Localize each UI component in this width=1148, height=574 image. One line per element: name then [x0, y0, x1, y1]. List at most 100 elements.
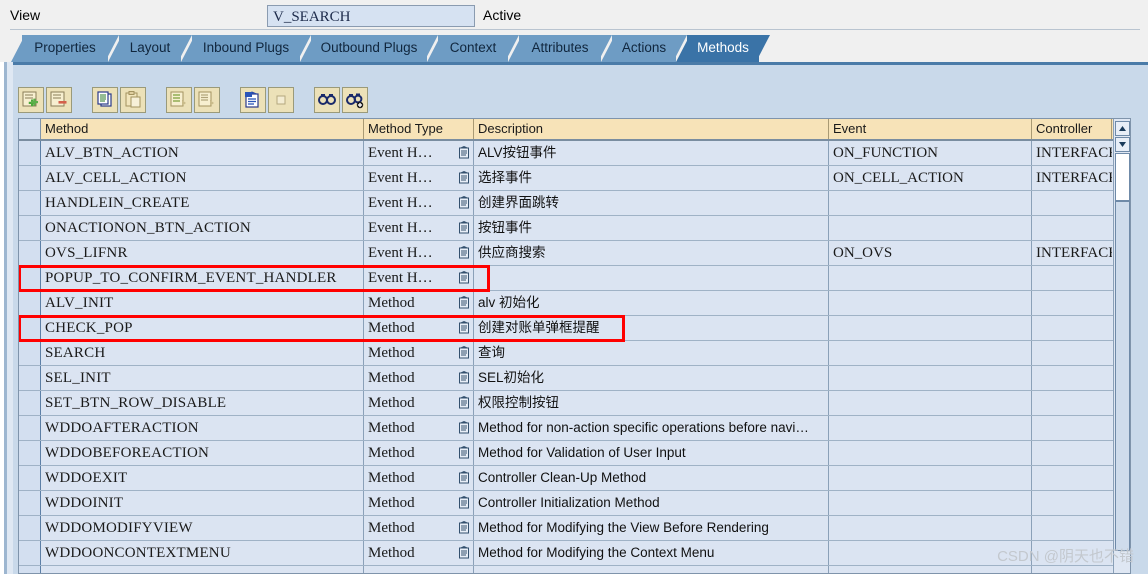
cell-method[interactable]: ALV_BTN_ACTION [41, 141, 364, 165]
cell-method[interactable]: ONACTIONON_BTN_ACTION [41, 216, 364, 240]
cell-method[interactable]: WDDOMODIFYVIEW [41, 516, 364, 540]
cell-description[interactable]: 创建界面跳转 [474, 191, 829, 215]
method-type-dropdown-icon[interactable] [459, 171, 471, 185]
cell-controller[interactable] [1032, 491, 1112, 515]
method-type-dropdown-icon[interactable] [459, 421, 471, 435]
cell-controller[interactable] [1032, 216, 1112, 240]
cell-event[interactable] [829, 191, 1032, 215]
method-type-dropdown-icon[interactable] [459, 321, 471, 335]
cell-method[interactable]: CHECK_POP [41, 316, 364, 340]
row-selector[interactable] [19, 391, 41, 415]
cell-method[interactable]: WDDOEXIT [41, 466, 364, 490]
cell-type[interactable]: Method [364, 491, 474, 515]
table-row[interactable]: OVS_LIFNREvent H…供应商搜索ON_OVSINTERFACEC [19, 241, 1130, 266]
tab-context[interactable]: Context [438, 35, 508, 62]
cell-type[interactable]: Event H… [364, 216, 474, 240]
find-next-button[interactable] [342, 87, 368, 113]
cell-type[interactable]: Method [364, 441, 474, 465]
cell-type[interactable]: Method [364, 316, 474, 340]
cell-event[interactable]: ON_FUNCTION [829, 141, 1032, 165]
cell-method[interactable]: ALV_CELL_ACTION [41, 166, 364, 190]
method-type-dropdown-icon[interactable] [459, 196, 471, 210]
column-header-method-type[interactable]: Method Type [364, 119, 474, 139]
cell-type[interactable]: Method [364, 366, 474, 390]
row-selector[interactable] [19, 316, 41, 340]
row-selector[interactable] [19, 441, 41, 465]
cell-method[interactable]: ALV_INIT [41, 291, 364, 315]
table-row[interactable]: ONACTIONON_BTN_ACTION Event H… 按钮事件 [19, 216, 1130, 241]
cell-type[interactable]: Method [364, 541, 474, 565]
row-selector[interactable] [19, 466, 41, 490]
cell-controller[interactable] [1032, 441, 1112, 465]
method-type-dropdown-icon[interactable] [459, 521, 471, 535]
row-selector[interactable] [19, 166, 41, 190]
cell-controller[interactable]: INTERFACEC [1032, 241, 1112, 265]
method-detail-button[interactable] [240, 87, 266, 113]
cell-event[interactable] [829, 566, 1032, 573]
cell-method[interactable]: WDDOBEFOREACTION [41, 441, 364, 465]
method-type-dropdown-icon[interactable] [459, 146, 471, 160]
table-row[interactable]: WDDOINIT Method Controller Initialization … [19, 491, 1130, 516]
tab-properties[interactable]: Properties [22, 35, 108, 62]
cell-method[interactable]: POPUP_TO_CONFIRM_EVENT_HANDLER [41, 266, 364, 290]
cell-description[interactable]: SEL初始化 [474, 366, 829, 390]
cell-description[interactable]: alv 初始化 [474, 291, 829, 315]
cell-method[interactable]: WDDOONCONTEXTMENU [41, 541, 364, 565]
table-row[interactable]: ALV_INIT Method alv 初始化 [19, 291, 1130, 316]
cell-event[interactable] [829, 366, 1032, 390]
cell-description[interactable]: 按钮事件 [474, 216, 829, 240]
cell-controller[interactable]: INTERFACEC [1032, 166, 1112, 190]
column-header-event[interactable]: Event [829, 119, 1032, 139]
cell-description[interactable]: 权限控制按钮 [474, 391, 829, 415]
table-row[interactable]: WDDOBEFOREACTION Method Method for Validat… [19, 441, 1130, 466]
cell-method[interactable]: HANDLEIN_CREATE [41, 191, 364, 215]
cell-event[interactable] [829, 441, 1032, 465]
row-selector[interactable] [19, 341, 41, 365]
cell-description[interactable]: Method for Modifying the View Before Ren… [474, 516, 829, 540]
cell-type[interactable] [364, 566, 474, 573]
cell-description[interactable]: ALV按钮事件 [474, 141, 829, 165]
row-selector[interactable] [19, 366, 41, 390]
cell-type[interactable]: Event H… [364, 266, 474, 290]
cell-controller[interactable] [1032, 466, 1112, 490]
cell-event[interactable] [829, 266, 1032, 290]
method-type-dropdown-icon[interactable] [459, 296, 471, 310]
tab-inbound-plugs[interactable]: Inbound Plugs [192, 35, 300, 62]
cell-description[interactable]: 供应商搜索 [474, 241, 829, 265]
tab-methods[interactable]: Methods [687, 35, 759, 62]
cell-method[interactable] [41, 566, 364, 573]
row-selector[interactable] [19, 566, 41, 573]
cell-event[interactable] [829, 291, 1032, 315]
cell-description[interactable]: Method for non-action specific operation… [474, 416, 829, 440]
cell-controller[interactable] [1032, 391, 1112, 415]
cell-type[interactable]: Event H… [364, 166, 474, 190]
method-type-dropdown-icon[interactable] [459, 496, 471, 510]
column-header-controller[interactable]: Controller [1032, 119, 1112, 139]
row-selector[interactable] [19, 291, 41, 315]
table-row[interactable]: SEL_INIT Method SEL初始化 [19, 366, 1130, 391]
cell-method[interactable]: WDDOINIT [41, 491, 364, 515]
table-row[interactable]: CHECK_POP Method 创建对账单弹框提醒 [19, 316, 1130, 341]
column-header-method[interactable]: Method [41, 119, 364, 139]
cell-type[interactable]: Event H… [364, 191, 474, 215]
cell-type[interactable]: Method [364, 466, 474, 490]
cell-description[interactable]: 选择事件 [474, 166, 829, 190]
cell-description[interactable]: 查询 [474, 341, 829, 365]
column-header-description[interactable]: Description [474, 119, 829, 139]
table-row[interactable]: ALV_BTN_ACTION Event H… ALV按钮事件 ON_FUNCTION… [19, 141, 1130, 166]
append-row-button[interactable] [194, 87, 220, 113]
method-type-dropdown-icon[interactable] [459, 371, 471, 385]
cell-description[interactable]: Method for Validation of User Input [474, 441, 829, 465]
cell-description[interactable]: Method for Modifying the Context Menu [474, 541, 829, 565]
find-button[interactable] [314, 87, 340, 113]
cell-controller[interactable] [1032, 366, 1112, 390]
row-selector[interactable] [19, 191, 41, 215]
cell-event[interactable] [829, 391, 1032, 415]
cell-description[interactable]: Controller Initialization Method [474, 491, 829, 515]
row-selector[interactable] [19, 216, 41, 240]
cell-method[interactable]: OVS_LIFNR [41, 241, 364, 265]
cell-type[interactable]: Event H… [364, 241, 474, 265]
cell-type[interactable]: Method [364, 391, 474, 415]
scroll-down-button[interactable] [1115, 137, 1130, 152]
create-method-button[interactable] [18, 87, 44, 113]
